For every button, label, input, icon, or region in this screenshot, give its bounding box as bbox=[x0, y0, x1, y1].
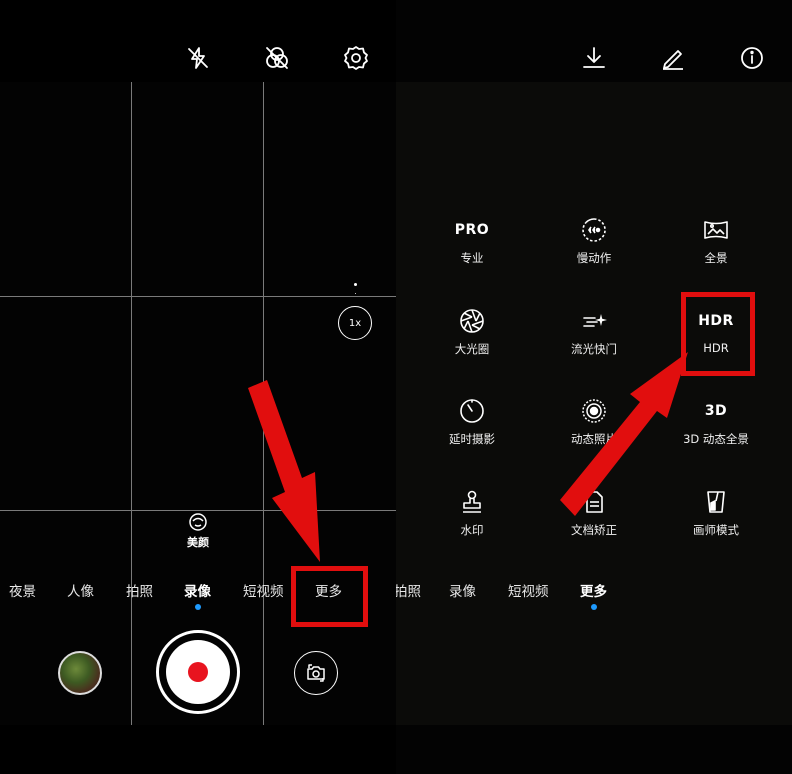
mode-pro[interactable]: PRO 专业 bbox=[422, 216, 522, 266]
mode-bar: 拍照 录像 短视频 更多 bbox=[396, 580, 792, 604]
mode-photo[interactable]: 拍照 bbox=[126, 580, 153, 600]
mode-short-video[interactable]: 短视频 bbox=[508, 580, 549, 600]
pro-icon: PRO bbox=[454, 222, 490, 238]
mode-night[interactable]: 夜景 bbox=[9, 580, 36, 600]
mode-video[interactable]: 录像 bbox=[449, 580, 476, 600]
document-icon bbox=[544, 488, 644, 516]
mode-light-trail[interactable]: 流光快门 bbox=[544, 307, 644, 357]
mode-label: 水印 bbox=[460, 523, 484, 537]
beauty-toggle[interactable]: 美颜 bbox=[172, 512, 224, 550]
highlight-hdr-box bbox=[681, 292, 755, 376]
download-icon[interactable] bbox=[580, 44, 608, 72]
grid-line bbox=[0, 296, 396, 297]
flash-off-icon[interactable] bbox=[184, 44, 212, 72]
active-mode-indicator bbox=[591, 604, 597, 610]
filter-off-icon[interactable] bbox=[263, 44, 291, 72]
record-button[interactable] bbox=[156, 630, 240, 714]
record-button-inner bbox=[166, 640, 230, 704]
settings-icon[interactable] bbox=[342, 44, 370, 72]
grid-line bbox=[263, 82, 264, 725]
switch-camera-button[interactable] bbox=[294, 651, 338, 695]
timelapse-icon bbox=[422, 397, 522, 425]
mode-more[interactable]: 更多 bbox=[580, 580, 607, 600]
mode-label: 专业 bbox=[460, 251, 484, 265]
zoom-dot bbox=[355, 293, 356, 294]
beauty-label: 美颜 bbox=[187, 536, 209, 549]
active-mode-indicator bbox=[195, 604, 201, 610]
mode-artist[interactable]: 画师模式 bbox=[666, 488, 766, 538]
mode-timelapse[interactable]: 延时摄影 bbox=[422, 397, 522, 447]
mode-moving-picture[interactable]: 动态照片 bbox=[544, 397, 644, 447]
mode-photo[interactable]: 拍照 bbox=[396, 580, 421, 600]
mode-panorama[interactable]: 全景 bbox=[666, 216, 766, 266]
mode-label: 文档矫正 bbox=[571, 523, 617, 537]
mode-short-video[interactable]: 短视频 bbox=[243, 580, 284, 600]
aperture-icon bbox=[422, 307, 522, 335]
grid-line bbox=[0, 510, 396, 511]
grid-line bbox=[131, 82, 132, 725]
panorama-icon bbox=[666, 216, 766, 244]
info-icon[interactable] bbox=[738, 44, 766, 72]
mode-label: 延时摄影 bbox=[449, 432, 495, 446]
zoom-button[interactable]: 1x bbox=[338, 306, 372, 340]
artist-icon bbox=[666, 488, 766, 516]
light-trail-icon bbox=[544, 307, 644, 335]
highlight-more-box bbox=[291, 566, 368, 627]
switch-camera-icon bbox=[307, 664, 325, 682]
mode-3d-panorama[interactable]: 3D 3D 动态全景 bbox=[666, 397, 766, 447]
mode-label: 画师模式 bbox=[693, 523, 739, 537]
mode-label: 流光快门 bbox=[571, 342, 617, 356]
camera-video-screen: 1x 美颜 夜景 人像 拍照 录像 短视频 更多 bbox=[0, 0, 396, 774]
mode-aperture[interactable]: 大光圈 bbox=[422, 307, 522, 357]
mode-label: 全景 bbox=[704, 251, 728, 265]
slow-motion-icon bbox=[544, 216, 644, 244]
viewfinder[interactable] bbox=[0, 82, 396, 725]
zoom-dot bbox=[354, 283, 357, 286]
mode-slow-motion[interactable]: 慢动作 bbox=[544, 216, 644, 266]
mode-label: 慢动作 bbox=[576, 251, 612, 265]
gallery-thumbnail[interactable] bbox=[58, 651, 102, 695]
mode-watermark[interactable]: 水印 bbox=[422, 488, 522, 538]
mode-video[interactable]: 录像 bbox=[184, 580, 211, 600]
beauty-icon bbox=[189, 513, 207, 531]
record-dot-icon bbox=[188, 662, 208, 682]
mode-document[interactable]: 文档矫正 bbox=[544, 488, 644, 538]
moving-picture-icon bbox=[544, 397, 644, 425]
mode-label: 动态照片 bbox=[571, 432, 617, 446]
edit-icon[interactable] bbox=[659, 44, 687, 72]
3d-icon: 3D bbox=[704, 403, 728, 419]
mode-portrait[interactable]: 人像 bbox=[67, 580, 94, 600]
stamp-icon bbox=[422, 488, 522, 516]
mode-label: 大光圈 bbox=[454, 342, 490, 356]
mode-label: 3D 动态全景 bbox=[683, 432, 749, 446]
more-modes-screen: PRO 专业 慢动作 全景 大光圈 流光快门 HDR HDR 延时摄影 动态照片… bbox=[396, 0, 792, 774]
